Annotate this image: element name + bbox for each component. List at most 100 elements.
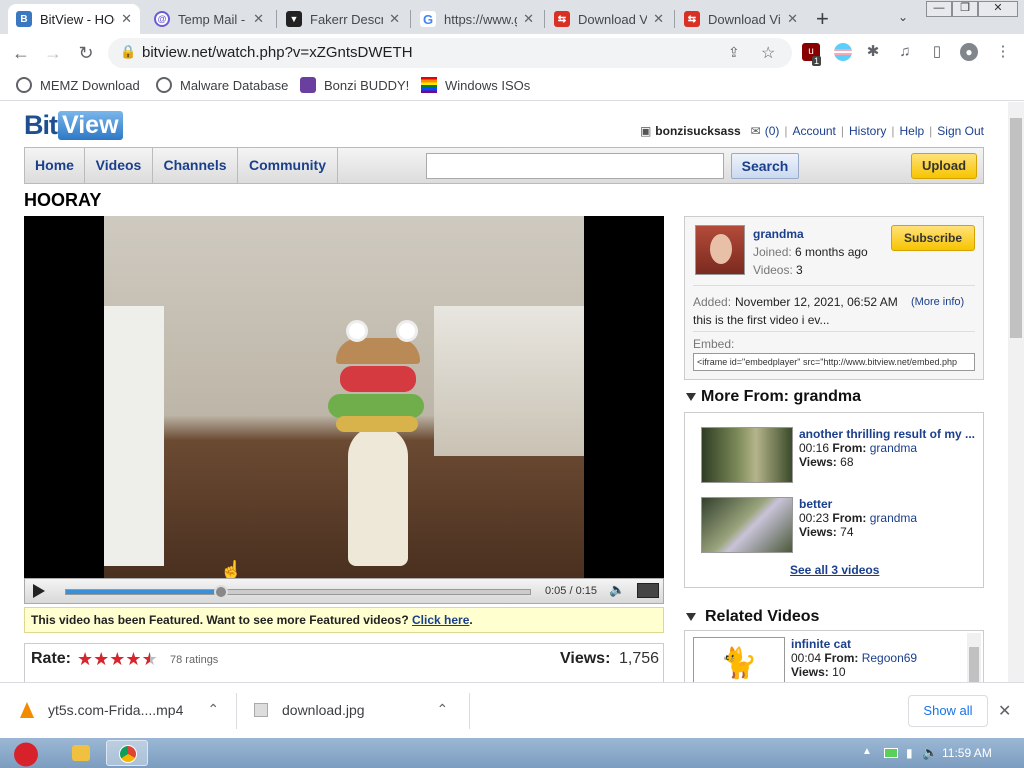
from-link[interactable]: grandma <box>870 511 917 525</box>
sign-out-link[interactable]: Sign Out <box>937 124 984 138</box>
clock[interactable]: 11:59 AM <box>942 746 992 760</box>
more-from-heading[interactable]: More From: grandma <box>686 388 861 406</box>
nav-community[interactable]: Community <box>238 148 338 183</box>
media-control-icon[interactable]: ♫ <box>896 43 914 61</box>
nav-videos[interactable]: Videos <box>85 148 153 183</box>
volume-icon[interactable]: 🔈 <box>609 582 625 598</box>
scrollbar-thumb[interactable] <box>1010 118 1022 338</box>
rating-stars[interactable]: ★★★★★ <box>77 649 158 670</box>
share-icon[interactable]: ⇪ <box>728 44 740 61</box>
username-link[interactable]: bonzisucksass <box>655 124 740 138</box>
profile-avatar-icon[interactable]: ● <box>960 43 978 61</box>
forward-button[interactable]: → <box>42 42 64 64</box>
list-item[interactable]: better 00:23 From: grandma Views: 74 <box>699 495 979 555</box>
video-player[interactable]: ☝ <box>24 216 664 578</box>
close-tab-icon[interactable]: ✕ <box>787 11 798 27</box>
back-button[interactable]: ← <box>10 42 32 64</box>
inbox-count[interactable]: (0) <box>765 124 780 138</box>
mail-icon[interactable]: ✉ <box>751 124 761 138</box>
side-panel-icon[interactable]: ▯ <box>928 43 946 61</box>
tab-bitview[interactable]: B BitView - HOORAY ✕ <box>8 4 140 34</box>
tab-temp-mail[interactable]: @ Temp Mail - Disposable ✕ <box>146 4 272 34</box>
browser-menu-icon[interactable]: ⋮ <box>994 43 1012 61</box>
video-thumbnail[interactable] <box>701 497 793 553</box>
list-item[interactable]: another thrilling result of my ... 00:16… <box>699 425 979 485</box>
help-link[interactable]: Help <box>899 124 924 138</box>
nav-channels[interactable]: Channels <box>153 148 238 183</box>
bookmark-bonzi-buddy[interactable]: Bonzi BUDDY! <box>300 77 409 93</box>
tab-download-video-1[interactable]: ⇆ Download Video ✕ <box>546 4 672 34</box>
video-thumbnail[interactable] <box>701 427 793 483</box>
download-item-video[interactable]: yt5s.com-Frida....mp4 ⌃ <box>20 701 219 718</box>
seek-bar[interactable] <box>65 585 531 599</box>
uploader-name-link[interactable]: grandma <box>753 227 804 241</box>
maximize-button[interactable]: ❐ <box>952 1 978 17</box>
subscribe-button[interactable]: Subscribe <box>891 225 975 251</box>
list-item[interactable]: 🐈 infinite cat 00:04 From: Regoon69 View… <box>691 635 971 682</box>
fullscreen-icon[interactable] <box>637 583 659 598</box>
half-star-icon[interactable]: ★ <box>142 649 158 669</box>
play-icon[interactable] <box>33 584 45 598</box>
from-link[interactable]: grandma <box>870 441 917 455</box>
explorer-taskbar-icon[interactable] <box>72 745 90 761</box>
related-scrollbar-thumb[interactable] <box>969 647 979 682</box>
bitview-logo[interactable]: Bit View <box>24 108 123 142</box>
bookmark-malware-database[interactable]: Malware Database <box>156 77 288 93</box>
minimize-button[interactable]: — <box>926 1 952 17</box>
address-bar[interactable]: 🔒 bitview.net/watch.php?v=xZGntsDWETH ⇪ … <box>108 38 792 68</box>
show-all-downloads-button[interactable]: Show all <box>908 695 988 727</box>
network-tray-icon[interactable]: ▮ <box>906 746 913 760</box>
related-heading[interactable]: Related Videos <box>686 608 819 626</box>
flag-extension-icon[interactable] <box>834 43 852 61</box>
close-tab-icon[interactable]: ✕ <box>653 11 664 27</box>
tab-download-video-2[interactable]: ⇆ Download Video ✕ <box>676 4 806 34</box>
featured-link[interactable]: Click here <box>412 613 469 627</box>
battery-tray-icon[interactable] <box>884 748 898 758</box>
related-scrollbar[interactable] <box>967 633 981 682</box>
see-all-videos-link[interactable]: See all 3 videos <box>790 563 879 577</box>
close-tab-icon[interactable]: ✕ <box>253 11 264 27</box>
collapse-triangle-icon[interactable] <box>686 392 696 401</box>
tray-up-arrow-icon[interactable]: ▲ <box>862 746 872 757</box>
video-title-link[interactable]: another thrilling result of my ... <box>799 427 981 441</box>
tab-fakerr[interactable]: ▼ Fakerr Description ✕ <box>278 4 408 34</box>
seek-handle[interactable] <box>213 585 228 599</box>
account-link[interactable]: Account <box>793 124 836 138</box>
search-button[interactable]: Search <box>731 153 799 179</box>
download-item-image[interactable]: download.jpg ⌃ <box>254 701 448 718</box>
chevron-up-icon[interactable]: ⌃ <box>437 701 449 718</box>
close-window-button[interactable]: ✕ <box>978 1 1018 17</box>
video-thumbnail[interactable]: 🐈 <box>693 637 785 682</box>
upload-button[interactable]: Upload <box>911 153 977 179</box>
history-link[interactable]: History <box>849 124 886 138</box>
embed-code-field[interactable]: <iframe id="embedplayer" src="http://www… <box>693 353 975 371</box>
reload-button[interactable]: ↻ <box>75 42 97 64</box>
video-title-link[interactable]: infinite cat <box>791 637 973 651</box>
close-tab-icon[interactable]: ✕ <box>121 11 132 27</box>
search-input[interactable] <box>426 153 724 179</box>
close-downloads-icon[interactable]: ✕ <box>998 701 1011 721</box>
new-tab-button[interactable]: + <box>816 6 829 32</box>
star-icon[interactable]: ★ <box>93 649 109 669</box>
star-icon[interactable]: ★ <box>125 649 141 669</box>
more-info-link[interactable]: (More info) <box>911 296 964 308</box>
bookmark-memz[interactable]: MEMZ Download <box>16 77 140 93</box>
page-scrollbar[interactable] <box>1008 102 1024 682</box>
chevron-up-icon[interactable]: ⌃ <box>207 701 219 718</box>
from-link[interactable]: Regoon69 <box>862 651 917 665</box>
extensions-puzzle-icon[interactable]: ✱ <box>864 43 882 61</box>
nav-home[interactable]: Home <box>25 148 85 183</box>
chrome-taskbar-button[interactable] <box>106 740 148 766</box>
bookmark-windows-isos[interactable]: Windows ISOs <box>421 77 530 93</box>
star-icon[interactable]: ★ <box>109 649 125 669</box>
close-tab-icon[interactable]: ✕ <box>389 11 400 27</box>
bookmark-star-icon[interactable]: ☆ <box>761 43 775 63</box>
start-button[interactable] <box>6 738 46 768</box>
video-title-link[interactable]: better <box>799 497 981 511</box>
star-icon[interactable]: ★ <box>77 649 93 669</box>
volume-tray-icon[interactable]: 🔈 <box>922 745 938 761</box>
close-tab-icon[interactable]: ✕ <box>523 11 534 27</box>
tab-google[interactable]: G https://www.google.com ✕ <box>412 4 542 34</box>
tab-search-icon[interactable]: ⌄ <box>898 10 908 24</box>
collapse-triangle-icon[interactable] <box>686 612 696 621</box>
